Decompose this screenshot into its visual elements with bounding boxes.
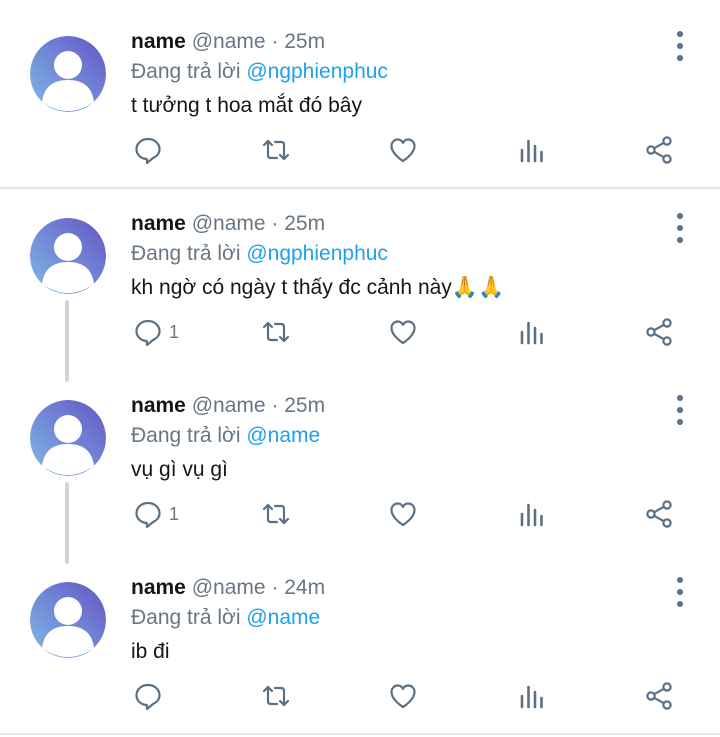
stats-button[interactable]: [517, 490, 547, 538]
replying-to: Đang trả lời @ngphienphuc: [131, 238, 388, 270]
avatar[interactable]: [30, 36, 106, 112]
reply-button[interactable]: 1: [133, 490, 179, 538]
stats-button[interactable]: [517, 308, 547, 356]
avatar[interactable]: [30, 218, 106, 294]
retweet-icon: [261, 135, 291, 165]
tweet-header: name @name · 25m: [131, 208, 325, 240]
heart-icon: [388, 499, 418, 529]
reply-icon: [133, 499, 163, 529]
tweet-text: ib đi: [131, 640, 170, 663]
replying-to: Đang trả lời @name: [131, 420, 320, 452]
retweet-button[interactable]: [261, 490, 291, 538]
handle-and-time: @name · 24m: [191, 576, 326, 599]
like-button[interactable]: [388, 672, 418, 720]
reply-button[interactable]: 1: [133, 308, 179, 356]
avatar[interactable]: [30, 400, 106, 476]
tweet-header: name @name · 25m: [131, 26, 325, 58]
tweet-text: vụ gì vụ gì: [131, 458, 228, 481]
reply-icon: [133, 317, 163, 347]
handle-and-time: @name · 25m: [191, 212, 326, 235]
display-name[interactable]: name: [131, 30, 186, 53]
more-vertical-icon[interactable]: [668, 390, 692, 430]
tweet[interactable]: name @name · 25m Đang trả lời @ngphienph…: [0, 4, 720, 186]
retweet-button[interactable]: [261, 672, 291, 720]
stats-icon: [517, 499, 547, 529]
tweet-header: name @name · 24m: [131, 572, 325, 604]
replying-to: Đang trả lời @name: [131, 602, 320, 634]
replying-to-label: Đang trả lời: [131, 242, 241, 265]
display-name[interactable]: name: [131, 212, 186, 235]
retweet-button[interactable]: [261, 308, 291, 356]
replying-to-handle[interactable]: @ngphienphuc: [246, 60, 388, 83]
heart-icon: [388, 135, 418, 165]
tweet-text: kh ngờ có ngày t thấy đc cảnh này🙏🙏: [131, 276, 505, 299]
reply-button[interactable]: [133, 672, 169, 720]
share-button[interactable]: [644, 672, 674, 720]
reply-count: 1: [169, 503, 180, 524]
tweet[interactable]: name @name · 25m Đang trả lời @ngphienph…: [0, 186, 720, 368]
stats-icon: [517, 135, 547, 165]
divider: [0, 733, 720, 735]
like-button[interactable]: [388, 308, 418, 356]
share-icon: [644, 681, 674, 711]
tweet-actions: 1: [0, 308, 720, 356]
reply-count: 1: [169, 321, 180, 342]
stats-button[interactable]: [517, 126, 547, 174]
replying-to-label: Đang trả lời: [131, 60, 241, 83]
display-name[interactable]: name: [131, 394, 186, 417]
like-button[interactable]: [388, 490, 418, 538]
more-vertical-icon[interactable]: [668, 208, 692, 248]
share-icon: [644, 135, 674, 165]
stats-icon: [517, 681, 547, 711]
reply-icon: [133, 681, 163, 711]
avatar[interactable]: [30, 582, 106, 658]
tweet[interactable]: name @name · 25m Đang trả lời @name vụ g…: [0, 368, 720, 550]
share-icon: [644, 317, 674, 347]
share-button[interactable]: [644, 126, 674, 174]
retweet-icon: [261, 681, 291, 711]
replying-to-handle[interactable]: @name: [246, 424, 320, 447]
stats-button[interactable]: [517, 672, 547, 720]
tweet-actions: 1: [0, 490, 720, 538]
stats-icon: [517, 317, 547, 347]
like-button[interactable]: [388, 126, 418, 174]
replying-to-label: Đang trả lời: [131, 424, 241, 447]
tweet[interactable]: name @name · 24m Đang trả lời @name ib đ…: [0, 550, 720, 732]
display-name[interactable]: name: [131, 576, 186, 599]
replying-to: Đang trả lời @ngphienphuc: [131, 56, 388, 88]
tweet-actions: [0, 126, 720, 174]
replying-to-handle[interactable]: @name: [246, 606, 320, 629]
handle-and-time: @name · 25m: [191, 394, 326, 417]
reply-button[interactable]: [133, 126, 169, 174]
heart-icon: [388, 681, 418, 711]
reply-icon: [133, 135, 163, 165]
tweet-header: name @name · 25m: [131, 390, 325, 422]
share-icon: [644, 499, 674, 529]
replying-to-label: Đang trả lời: [131, 606, 241, 629]
retweet-icon: [261, 499, 291, 529]
more-vertical-icon[interactable]: [668, 572, 692, 612]
tweet-actions: [0, 672, 720, 720]
handle-and-time: @name · 25m: [191, 30, 326, 53]
share-button[interactable]: [644, 490, 674, 538]
more-vertical-icon[interactable]: [668, 26, 692, 66]
tweet-text: t tưởng t hoa mắt đó bây: [131, 94, 362, 117]
retweet-icon: [261, 317, 291, 347]
share-button[interactable]: [644, 308, 674, 356]
heart-icon: [388, 317, 418, 347]
replying-to-handle[interactable]: @ngphienphuc: [246, 242, 388, 265]
retweet-button[interactable]: [261, 126, 291, 174]
